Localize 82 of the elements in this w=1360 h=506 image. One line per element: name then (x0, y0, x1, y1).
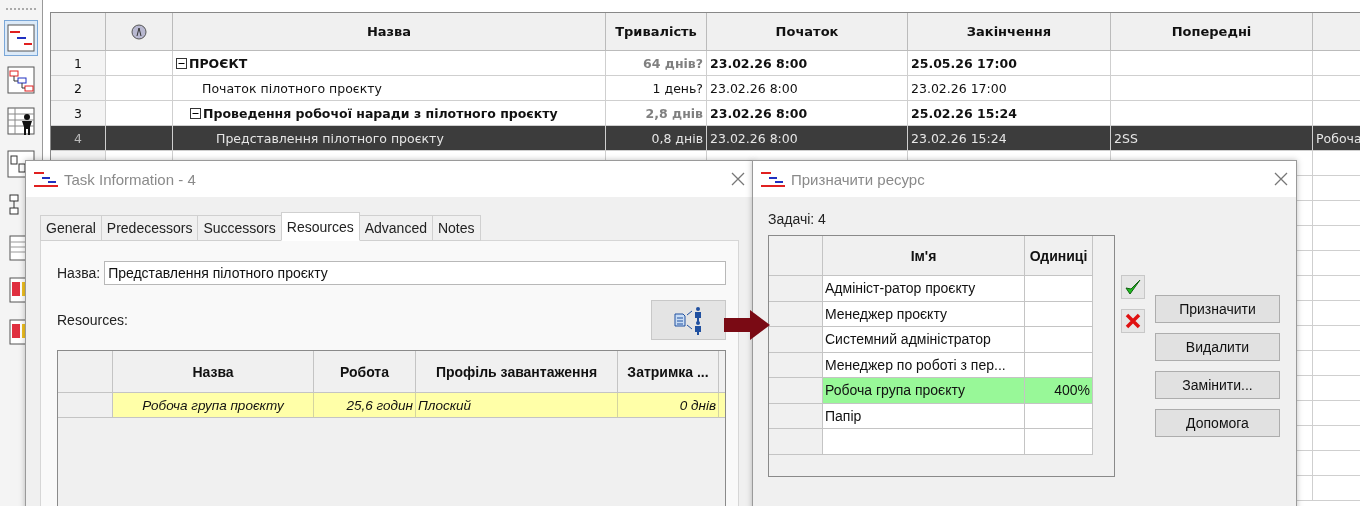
table-cell: 0,8 днів (606, 126, 707, 151)
table-cell: 25.05.26 17:00 (908, 51, 1111, 76)
units-cell[interactable] (1025, 327, 1093, 353)
table-cell: 2,8 днів (606, 101, 707, 126)
cross-icon[interactable] (1121, 309, 1145, 333)
resource-name-cell[interactable]: Папір (823, 403, 1025, 429)
column-header[interactable]: Назва (113, 351, 314, 393)
close-icon[interactable] (731, 172, 745, 186)
units-cell[interactable] (1025, 403, 1093, 429)
resource-name-cell[interactable]: Менеджер по роботі з пер... (823, 352, 1025, 378)
table-cell: Робоча (1313, 126, 1360, 151)
column-header[interactable]: Робота (314, 351, 416, 393)
column-header[interactable]: Тривалість (606, 13, 707, 51)
collapse-icon[interactable] (176, 57, 187, 69)
resource-name-cell[interactable]: Адмініст-ратор проєкту (823, 276, 1025, 302)
column-header[interactable]: Затримка ... (618, 351, 719, 393)
field-label: Назва: (57, 265, 101, 281)
table-cell: 25.02.26 15:24 (908, 101, 1111, 126)
header-cell (1313, 13, 1360, 51)
tasks-label: Задачі: 4 (768, 211, 827, 227)
units-cell[interactable] (1025, 352, 1093, 378)
table-cell: Робоча група проєкту (113, 393, 314, 418)
table-cell: 23.02.26 8:00 (707, 51, 908, 76)
row-number: 1 (51, 51, 106, 76)
task-name-cell[interactable]: Представлення пілотного проєкту (173, 126, 606, 151)
table-cell: 64 днів? (606, 51, 707, 76)
tab[interactable]: Predecessors (100, 215, 199, 241)
column-header[interactable]: Попередні (1111, 13, 1313, 51)
row-number: 3 (51, 101, 106, 126)
column-header[interactable]: Початок (707, 13, 908, 51)
column-header[interactable]: Закінчення (908, 13, 1111, 51)
gantt-view-icon[interactable] (4, 20, 38, 56)
table-cell: 23.02.26 15:24 (908, 126, 1111, 151)
dialog-button[interactable]: Допомога (1155, 409, 1280, 437)
row-number: 2 (51, 76, 106, 101)
table-cell: 2SS (1111, 126, 1313, 151)
app-icon (34, 171, 58, 187)
units-cell[interactable] (1025, 301, 1093, 327)
table-cell (106, 51, 173, 76)
dialog-button[interactable]: Видалити (1155, 333, 1280, 361)
indicator-icon (131, 23, 147, 40)
units-cell[interactable]: 400% (1025, 378, 1093, 404)
dialog-title: Призначити ресурс (791, 170, 926, 188)
section-label: Resources: (57, 312, 128, 328)
tab[interactable]: Successors (197, 215, 282, 241)
assign-resources-button[interactable] (651, 300, 726, 340)
table-cell: 25,6 годин (314, 393, 416, 418)
app-icon (761, 171, 785, 187)
table-cell: 1 день? (606, 76, 707, 101)
table-cell (106, 76, 173, 101)
column-header[interactable]: Профіль завантаження (416, 351, 618, 393)
dialog-button[interactable]: Призначити (1155, 295, 1280, 323)
tab[interactable]: General (40, 215, 102, 241)
column-header[interactable]: Одиниці (1025, 236, 1093, 276)
arrow-icon (724, 310, 770, 340)
check-icon[interactable] (1121, 275, 1145, 299)
resource-name-cell[interactable]: Системний адміністратор (823, 327, 1025, 353)
close-icon[interactable] (1274, 172, 1288, 186)
table-cell: 23.02.26 8:00 (707, 76, 908, 101)
tab[interactable]: Resources (280, 212, 360, 241)
table-cell: Плоский (416, 393, 618, 418)
name-field[interactable]: Представлення пілотного проєкту (104, 261, 726, 285)
tab[interactable]: Notes (431, 215, 481, 241)
table-cell: 23.02.26 8:00 (707, 101, 908, 126)
units-cell[interactable] (1025, 276, 1093, 302)
table-cell (106, 101, 173, 126)
table-cell: 23.02.26 8:00 (707, 126, 908, 151)
tab[interactable]: Advanced (358, 215, 433, 241)
table-cell (1025, 429, 1093, 455)
table-cell: 0 днів (618, 393, 719, 418)
task-name-cell[interactable]: Проведення робочої наради з пілотного проєкту (173, 101, 606, 126)
dialog-button[interactable]: Замінити... (1155, 371, 1280, 399)
resource-name-cell[interactable]: Менеджер проєкту (823, 301, 1025, 327)
column-header[interactable]: Назва (173, 13, 606, 51)
task-name-cell[interactable]: ПРОЄКТ (173, 51, 606, 76)
collapse-icon[interactable] (190, 107, 201, 119)
column-header[interactable]: Ім'я (823, 236, 1025, 276)
dialog-title: Task Information - 4 (64, 170, 197, 188)
task-name-cell[interactable]: Початок пілотного проєкту (173, 76, 606, 101)
row-number: 4 (51, 126, 106, 151)
resource-name-cell[interactable]: Робоча група проєкту (823, 378, 1025, 404)
table-cell: 23.02.26 17:00 (908, 76, 1111, 101)
